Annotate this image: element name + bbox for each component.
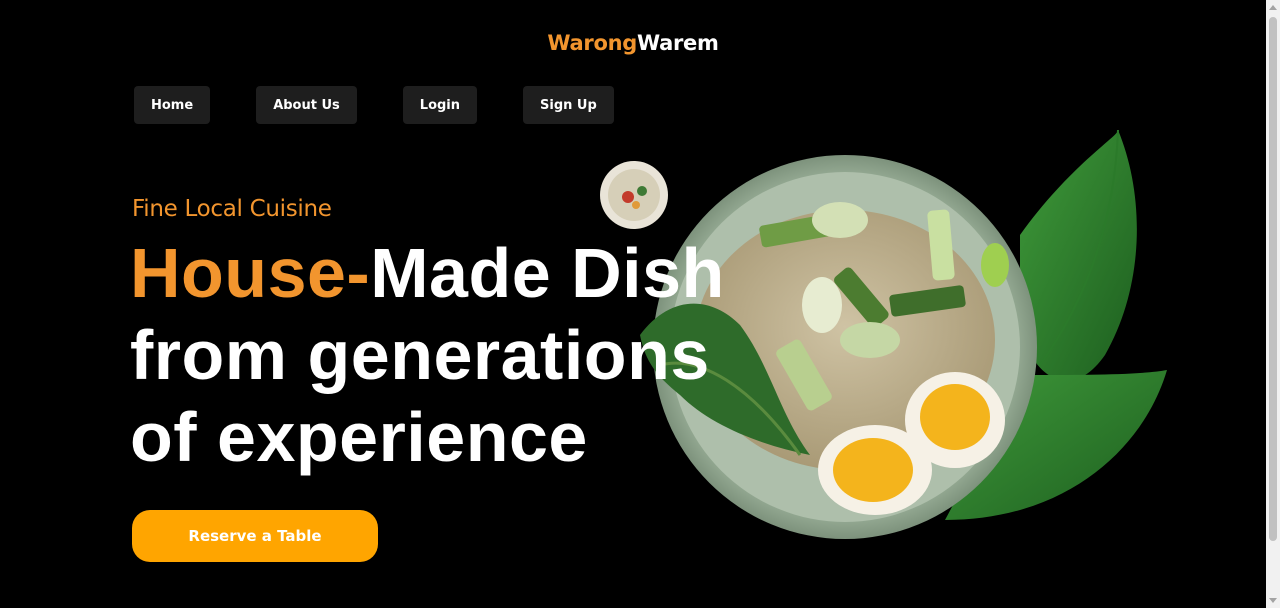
scroll-down-icon[interactable] xyxy=(1269,598,1277,603)
page-scrollbar[interactable] xyxy=(1266,0,1280,608)
main-nav: Home About Us Login Sign Up xyxy=(134,86,614,124)
nav-about-button[interactable]: About Us xyxy=(256,86,357,124)
headline-line3: of experience xyxy=(130,398,588,476)
headline-highlight: House- xyxy=(130,234,371,312)
hero-headline: House-Made Dish from generations of expe… xyxy=(130,232,830,478)
nav-home-button[interactable]: Home xyxy=(134,86,211,124)
brand-part2: Warem xyxy=(636,31,719,55)
nav-signup-button[interactable]: Sign Up xyxy=(523,86,614,124)
hero-subtitle: Fine Local Cuisine xyxy=(132,196,332,222)
brand-part1: Warong xyxy=(547,31,637,55)
brand-logo[interactable]: WarongWarem xyxy=(0,31,1266,55)
small-dish-thumbnail xyxy=(600,161,668,229)
headline-line2: from generations xyxy=(130,316,710,394)
nav-login-button[interactable]: Login xyxy=(402,86,478,124)
headline-line1: Made Dish xyxy=(370,234,725,312)
scrollbar-thumb[interactable] xyxy=(1269,17,1277,541)
reserve-table-button[interactable]: Reserve a Table xyxy=(132,510,378,562)
scroll-up-icon[interactable] xyxy=(1269,5,1277,10)
